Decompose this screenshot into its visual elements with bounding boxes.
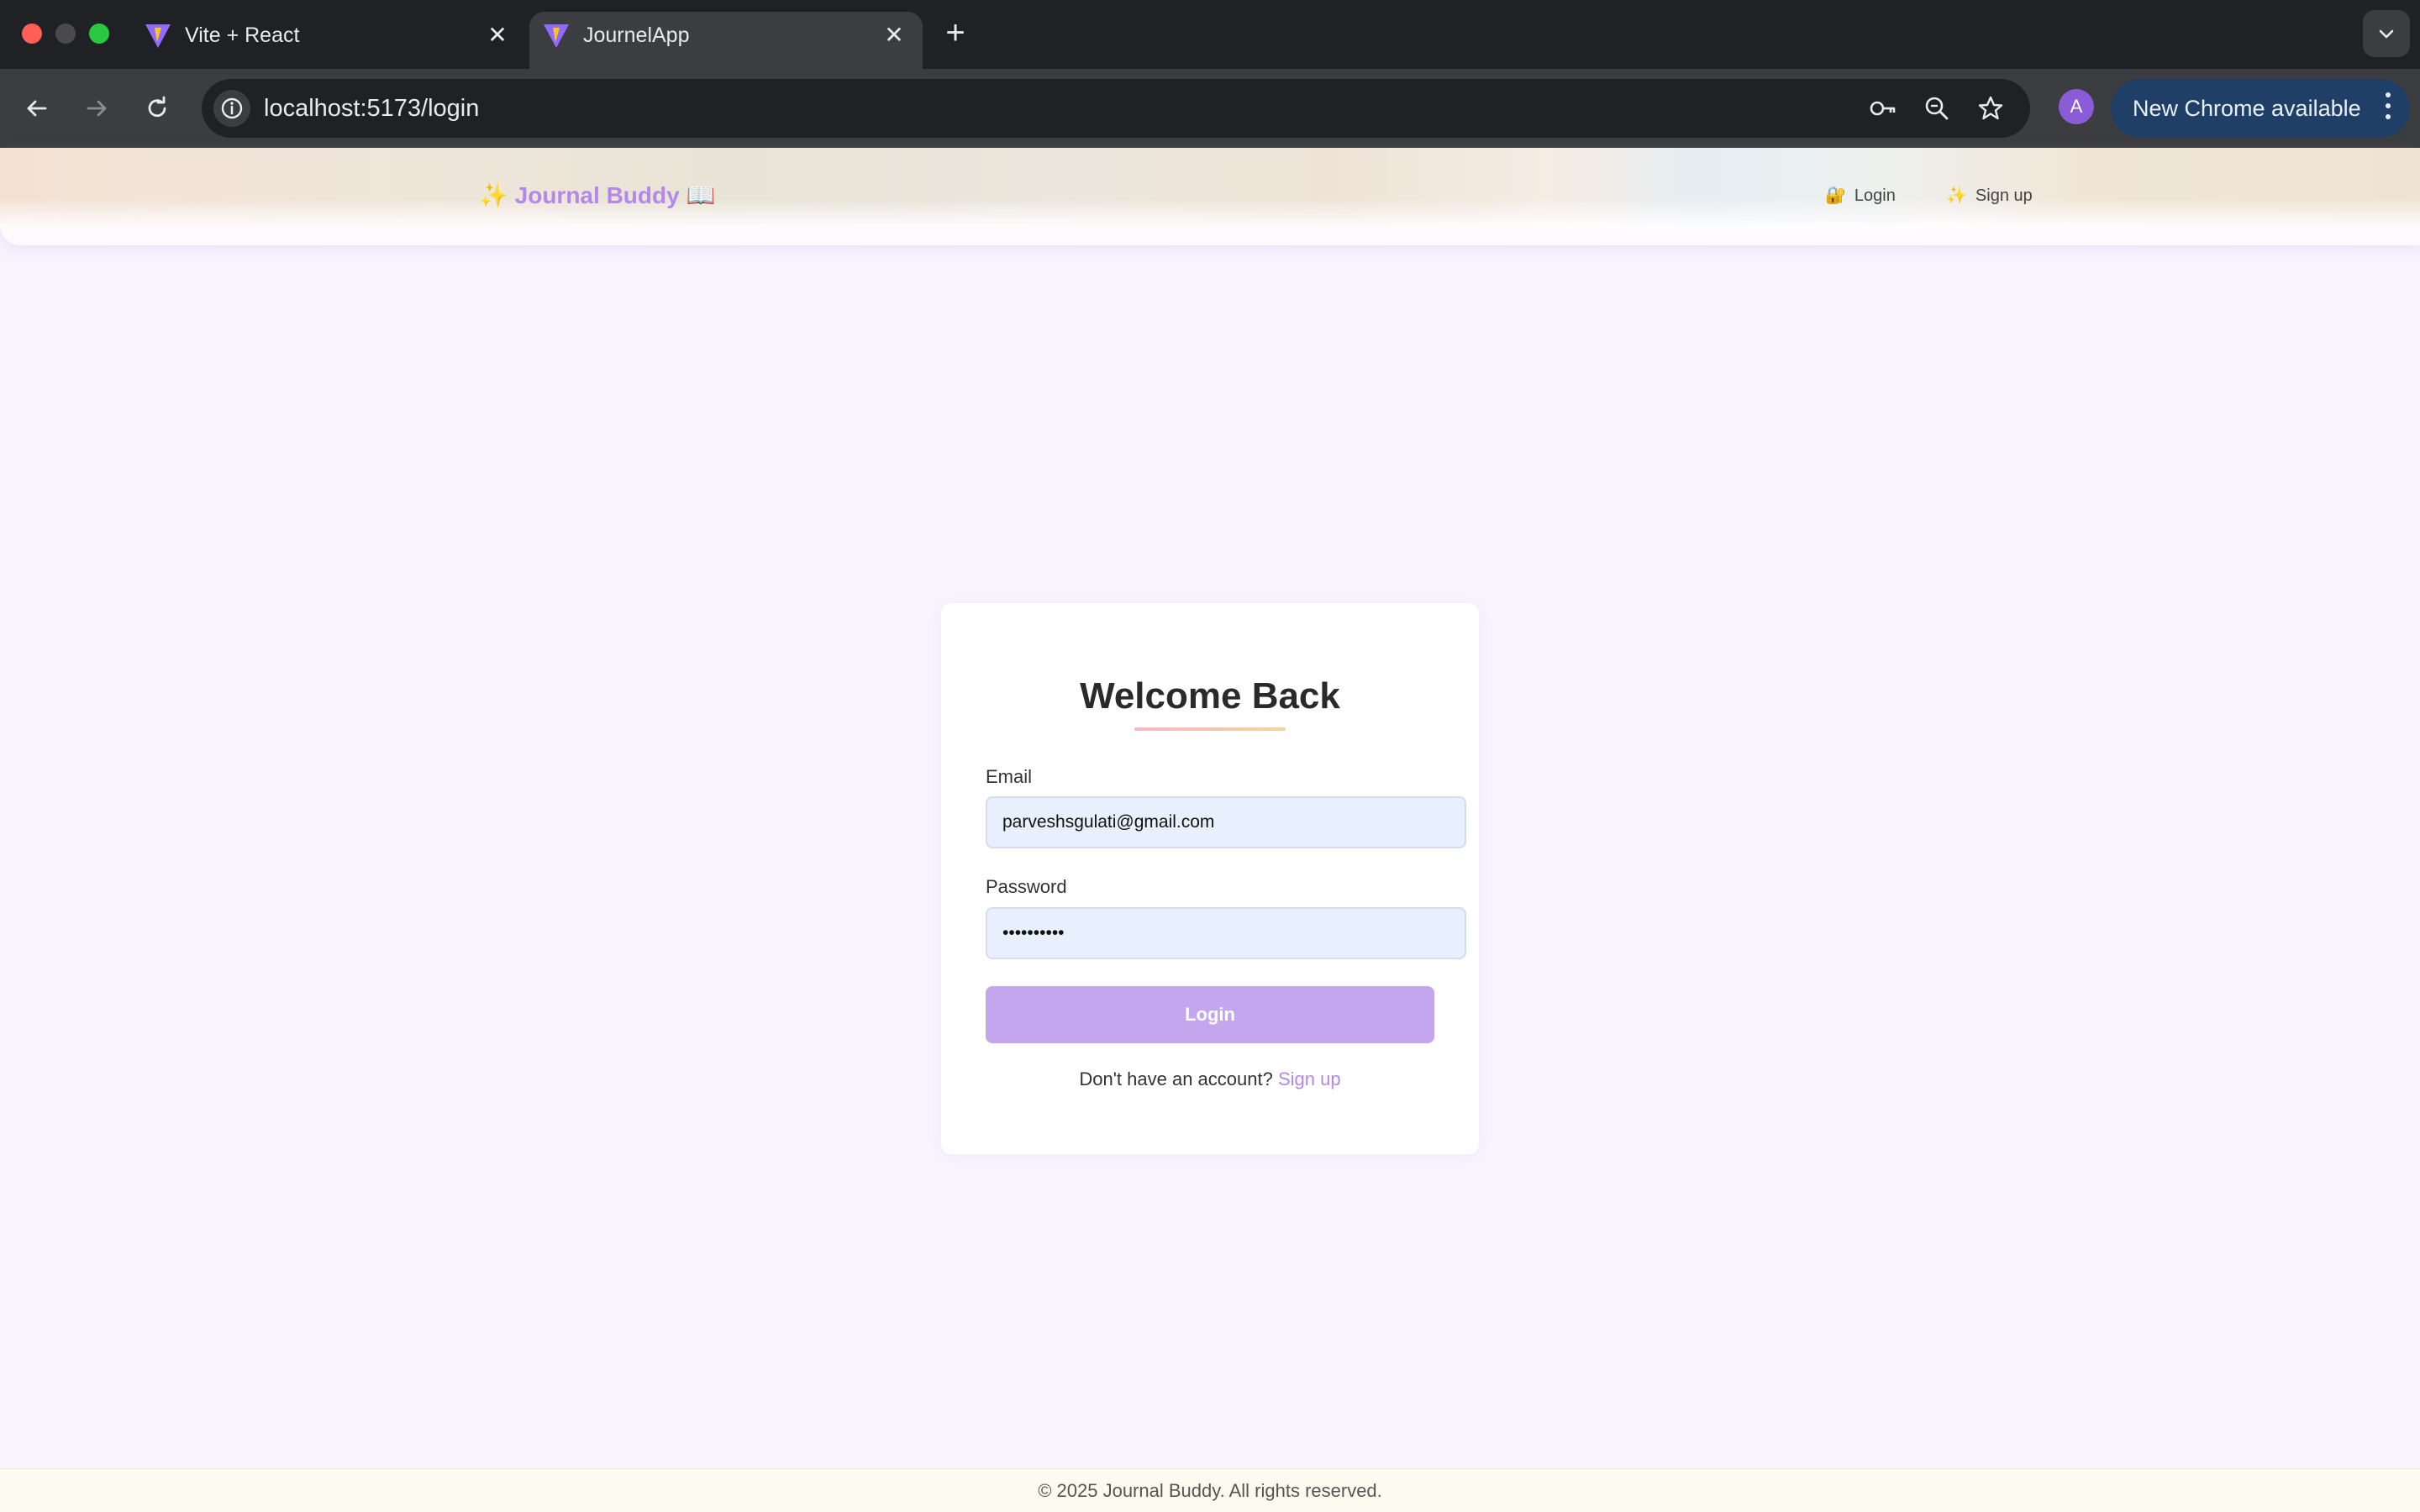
chrome-update-button[interactable]: New Chrome available [2111,79,2410,138]
signup-prompt: Don't have an account? Sign up [941,1068,1479,1090]
bookmark-button[interactable] [1972,90,2009,127]
browser-tab-strip: Vite + React ✕ JournelApp ✕ + [0,0,2420,69]
back-icon [27,100,47,117]
nav-login-label: Login [1854,186,1896,205]
site-footer: © 2025 Journal Buddy. All rights reserve… [0,1468,2420,1512]
brand-name: Journal Buddy [514,182,680,208]
tab-journelapp[interactable]: JournelApp ✕ [529,12,923,69]
tab-vite-react[interactable]: Vite + React ✕ [131,12,526,69]
nav-signup-label: Sign up [1975,186,2033,205]
url-text[interactable]: localhost:5173/login [264,95,479,123]
tab-close-icon[interactable]: ✕ [481,18,514,52]
profile-avatar[interactable]: A [2059,89,2094,124]
new-tab-icon[interactable]: + [938,15,973,50]
sparkles-icon: ✨ [479,182,508,208]
sparkles-icon: ✨ [1946,186,1967,205]
site-header: ✨ Journal Buddy 📖 🔐 Login ✨ Sign up [0,148,2420,245]
copyright-text: © 2025 Journal Buddy. All rights reserve… [1038,1480,1382,1501]
browser-toolbar: localhost:5173/login A New Chrome availa… [0,69,2420,148]
window-zoom-button[interactable] [89,24,109,44]
lock-key-icon: 🔐 [1825,186,1846,205]
page-title: Welcome Back [1080,675,1340,717]
password-label: Password [986,876,1067,897]
window-minimize-button[interactable] [55,24,76,44]
tab-search-button[interactable] [2363,10,2410,57]
back-button[interactable] [16,87,58,129]
key-icon [1870,101,1896,116]
site-info-icon [221,97,243,119]
menu-kebab-icon [2385,92,2391,124]
brand-logo[interactable]: ✨ Journal Buddy 📖 [479,181,715,209]
bookmark-star-icon [1978,96,2003,120]
title-underline [1134,727,1286,731]
zoom-icon [1925,97,1949,120]
login-card: Welcome Back Email Password Login Don't … [941,603,1479,1154]
site-info-button[interactable] [213,90,250,127]
nav-signup-link[interactable]: ✨ Sign up [1946,185,2033,206]
signup-link[interactable]: Sign up [1278,1068,1341,1089]
password-field[interactable] [986,907,1466,959]
chrome-update-label: New Chrome available [2133,96,2361,121]
window-close-button[interactable] [22,24,42,44]
forward-button[interactable] [76,87,118,129]
signup-prompt-text: Don't have an account? [1079,1068,1273,1089]
tab-title: JournelApp [583,24,690,47]
tab-search-icon [2379,29,2394,39]
vite-favicon-icon [544,24,569,48]
login-button[interactable]: Login [986,986,1434,1043]
tab-title: Vite + React [185,24,300,47]
address-bar[interactable]: localhost:5173/login [202,79,2030,138]
password-key-button[interactable] [1864,90,1901,127]
reload-button[interactable] [136,87,178,129]
email-field[interactable] [986,796,1466,848]
email-label: Email [986,766,1033,787]
zoom-button[interactable] [1918,90,1955,127]
nav-login-link[interactable]: 🔐 Login [1825,185,1896,206]
forward-icon [87,100,107,117]
book-icon: 📖 [686,182,716,208]
tab-close-icon[interactable]: ✕ [877,18,911,52]
vite-favicon-icon [145,24,171,48]
reload-icon [148,96,166,118]
